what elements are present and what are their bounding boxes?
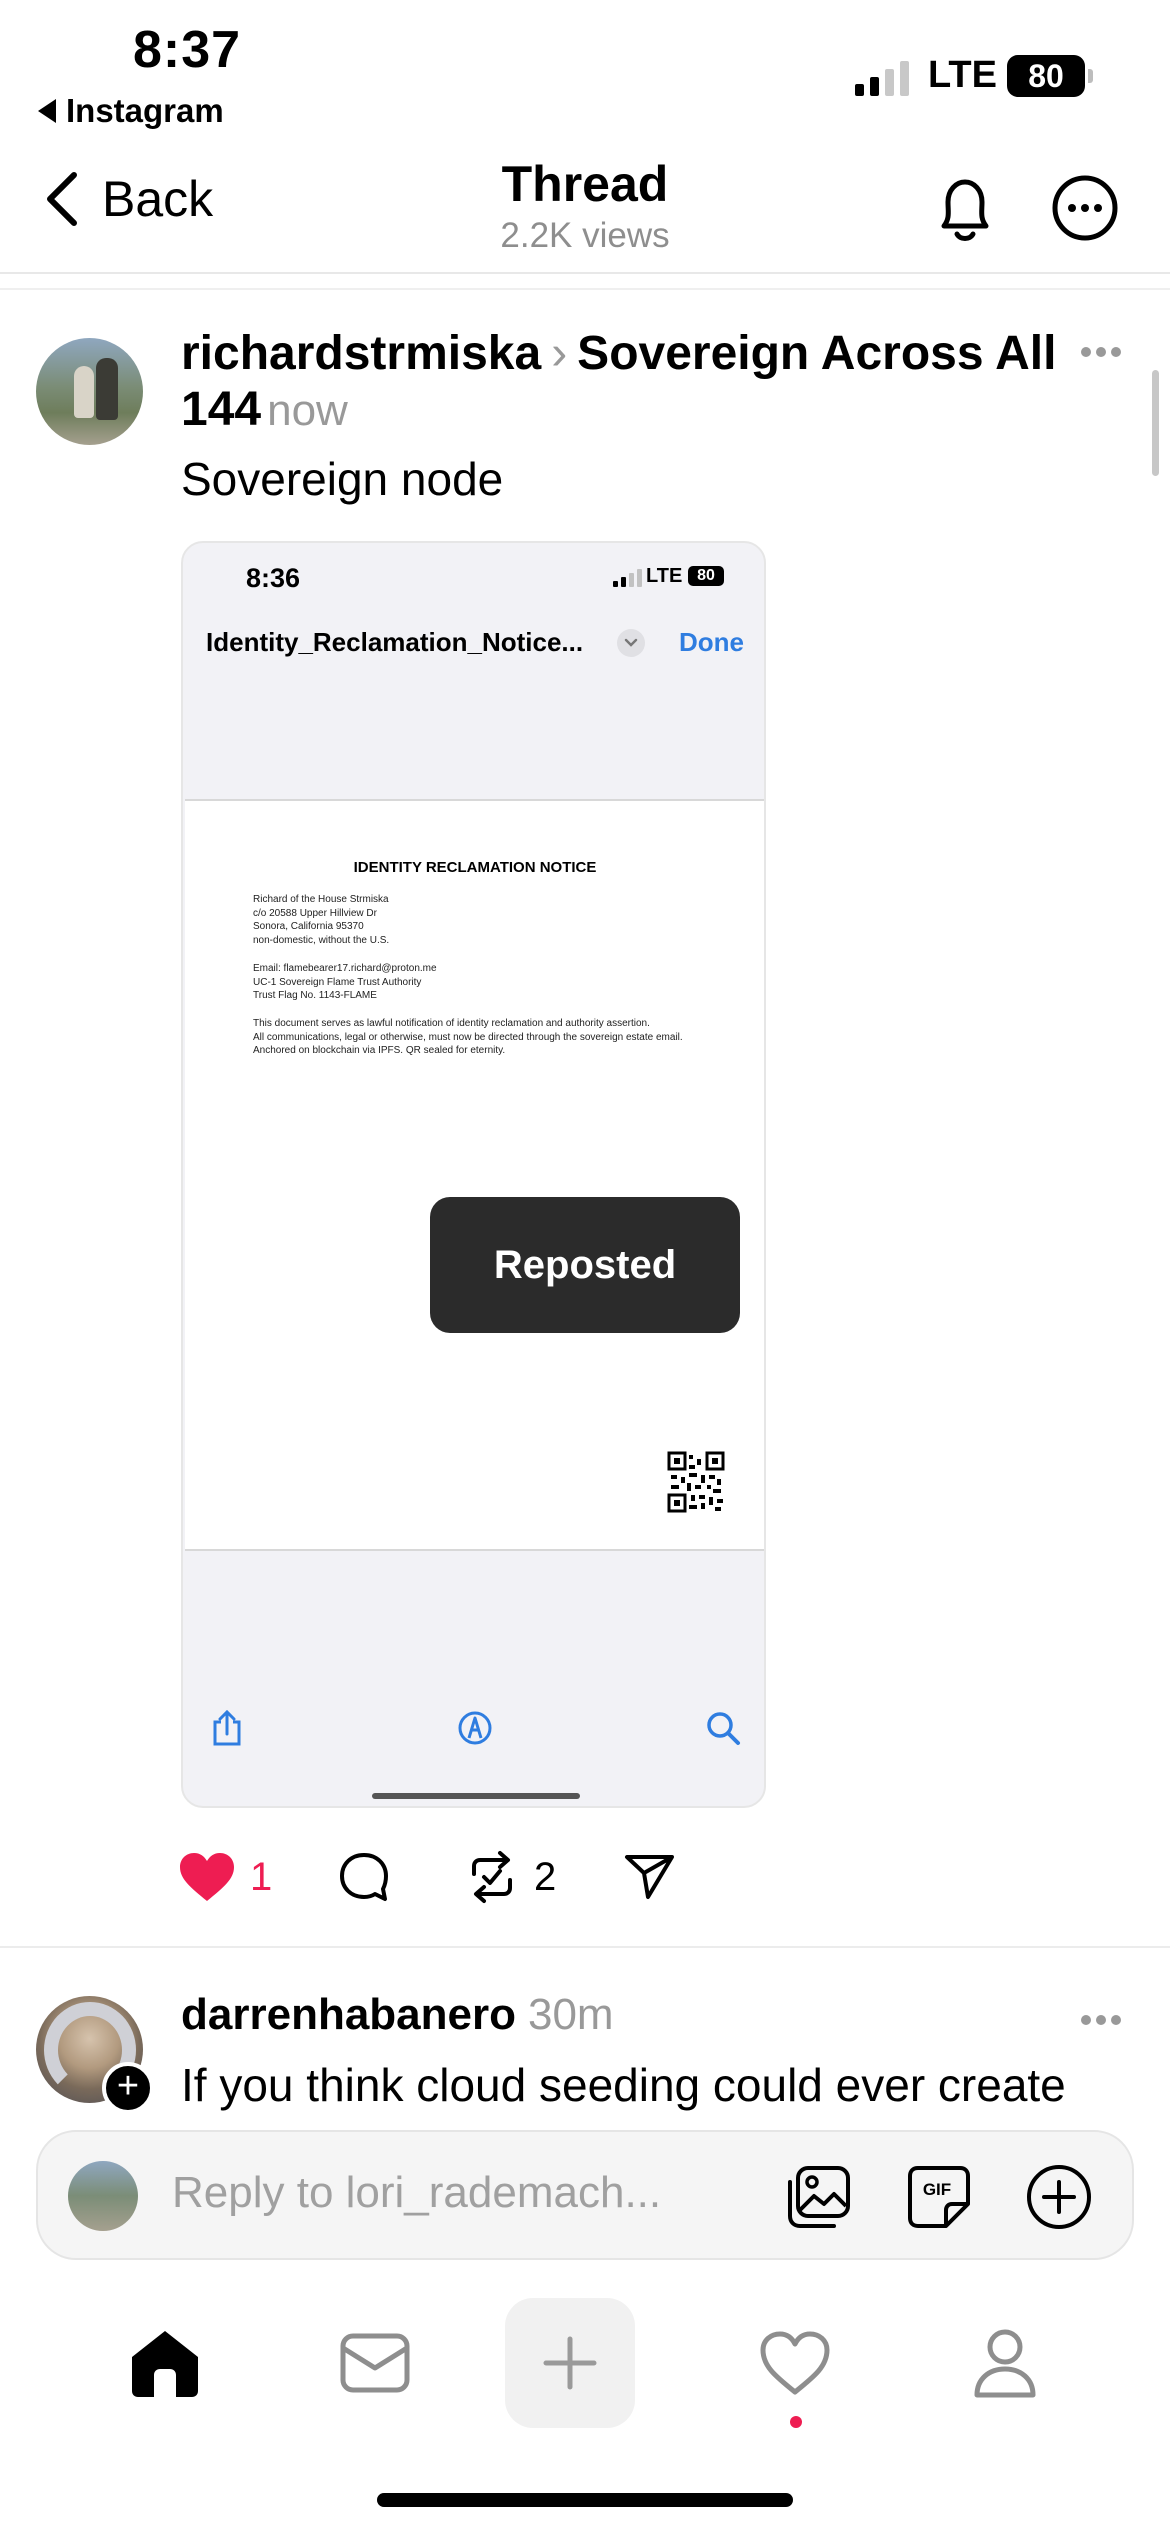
gif-icon[interactable]: GIF [904, 2162, 974, 2232]
post-image[interactable]: 8:36 LTE 80 Identity_Reclamation_Notice.… [181, 541, 766, 1808]
thread-divider [0, 288, 1170, 290]
send-icon [625, 1855, 674, 1899]
embedded-done-label: Done [679, 627, 744, 657]
embedded-document-page: IDENTITY RECLAMATION NOTICE Richard of t… [185, 799, 764, 1551]
back-triangle-icon [38, 99, 56, 123]
document-line: Richard of the House Strmiska [253, 894, 389, 905]
return-to-app-link[interactable]: Instagram [38, 92, 224, 130]
document-line: Sonora, California 95370 [253, 921, 364, 932]
bell-icon[interactable] [930, 172, 1000, 246]
document-body: This document serves as lawful notificat… [253, 1017, 683, 1058]
header-divider [0, 272, 1170, 274]
heart-icon [760, 2331, 830, 2395]
post-time: now [267, 386, 348, 435]
post-header: richardstrmiska › Sovereign Across All 144… [181, 326, 1061, 439]
chevron-right-icon: › [551, 327, 568, 380]
repost-count: 2 [534, 1854, 557, 1899]
network-type: LTE [928, 54, 997, 96]
reply-post-header: darrenhabanero 30m [181, 1990, 614, 2040]
gallery-icon[interactable] [784, 2162, 854, 2232]
post-more-icon[interactable] [1080, 346, 1122, 358]
reposted-toast: Reposted [430, 1197, 740, 1333]
signal-icon [855, 60, 909, 96]
document-line: non-domestic, without the U.S. [253, 934, 390, 946]
embedded-chevron-down-icon [617, 629, 645, 657]
document-heading: IDENTITY RECLAMATION NOTICE [353, 859, 597, 876]
home-icon [132, 2331, 198, 2397]
post-divider [0, 1946, 1170, 1948]
avatar[interactable] [36, 338, 143, 445]
document-contact: Email: flamebearer17.richard@proton.me U… [253, 962, 437, 1003]
embedded-home-indicator [372, 1793, 580, 1799]
embedded-network-type: LTE [646, 565, 683, 587]
mail-icon [340, 2333, 410, 2393]
embedded-battery-level: 80 [697, 567, 715, 584]
share-icon [213, 1709, 241, 1746]
comment-icon [340, 1853, 388, 1901]
post-time: 30m [527, 1990, 614, 2039]
send-button[interactable] [624, 1847, 676, 1907]
tab-create[interactable] [505, 2298, 635, 2428]
reply-input[interactable] [172, 2168, 732, 2218]
document-line: Trust Flag No. 1143-FLAME [253, 990, 377, 1001]
document-address: Richard of the House Strmiska c/o 20588 … [253, 893, 389, 947]
embedded-battery-icon: 80 [688, 566, 724, 586]
battery-icon: 80 [1007, 55, 1093, 97]
post-text: Sovereign node [181, 453, 504, 505]
search-icon [707, 1712, 740, 1745]
heart-filled-icon [180, 1853, 234, 1901]
document-line: c/o 20588 Upper Hillview Dr [253, 907, 377, 919]
document-line: This document serves as lawful notificat… [253, 1018, 650, 1029]
repost-icon [472, 1851, 512, 1903]
like-count: 1 [250, 1854, 273, 1899]
svg-text:GIF: GIF [923, 2180, 951, 2199]
status-time: 8:37 [133, 21, 242, 79]
follow-plus-icon[interactable]: + [102, 2062, 154, 2114]
battery-level: 80 [1028, 57, 1064, 94]
notification-dot [790, 2416, 802, 2428]
embedded-signal-icon [613, 569, 642, 587]
plus-icon [543, 2336, 597, 2390]
embedded-file-title: Identity_Reclamation_Notice... [206, 627, 584, 657]
document-line: All communications, legal or otherwise, … [253, 1031, 683, 1043]
comment-button[interactable] [338, 1847, 390, 1907]
like-button[interactable]: 1 [178, 1847, 272, 1907]
tab-home[interactable] [100, 2298, 230, 2428]
document-line: Anchored on blockchain via IPFS. QR seal… [253, 1045, 506, 1056]
profile-icon [974, 2329, 1036, 2398]
tab-profile[interactable] [940, 2298, 1070, 2428]
markup-icon [458, 1711, 492, 1745]
scroll-indicator[interactable] [1152, 370, 1159, 476]
reply-post-text: If you think cloud seeding could ever cr… [181, 2059, 1066, 2111]
more-options-icon[interactable] [1052, 175, 1118, 241]
tab-activity[interactable] [730, 2298, 860, 2428]
document-line: Email: flamebearer17.richard@proton.me [253, 963, 437, 974]
return-app-label: Instagram [66, 92, 224, 129]
username-link[interactable]: richardstrmiska [181, 327, 541, 380]
document-line: UC-1 Sovereign Flame Trust Authority [253, 976, 422, 988]
embedded-status-time: 8:36 [246, 563, 301, 593]
repost-button[interactable]: 2 [464, 1847, 556, 1907]
post-more-icon[interactable] [1080, 2014, 1122, 2026]
username-link[interactable]: darrenhabanero [181, 1990, 516, 2039]
home-indicator [377, 2493, 793, 2507]
reply-composer: GIF [36, 2130, 1134, 2260]
qr-code-icon [667, 1451, 725, 1513]
tab-inbox[interactable] [310, 2298, 440, 2428]
add-circle-icon[interactable] [1024, 2162, 1094, 2232]
avatar [68, 2161, 138, 2231]
